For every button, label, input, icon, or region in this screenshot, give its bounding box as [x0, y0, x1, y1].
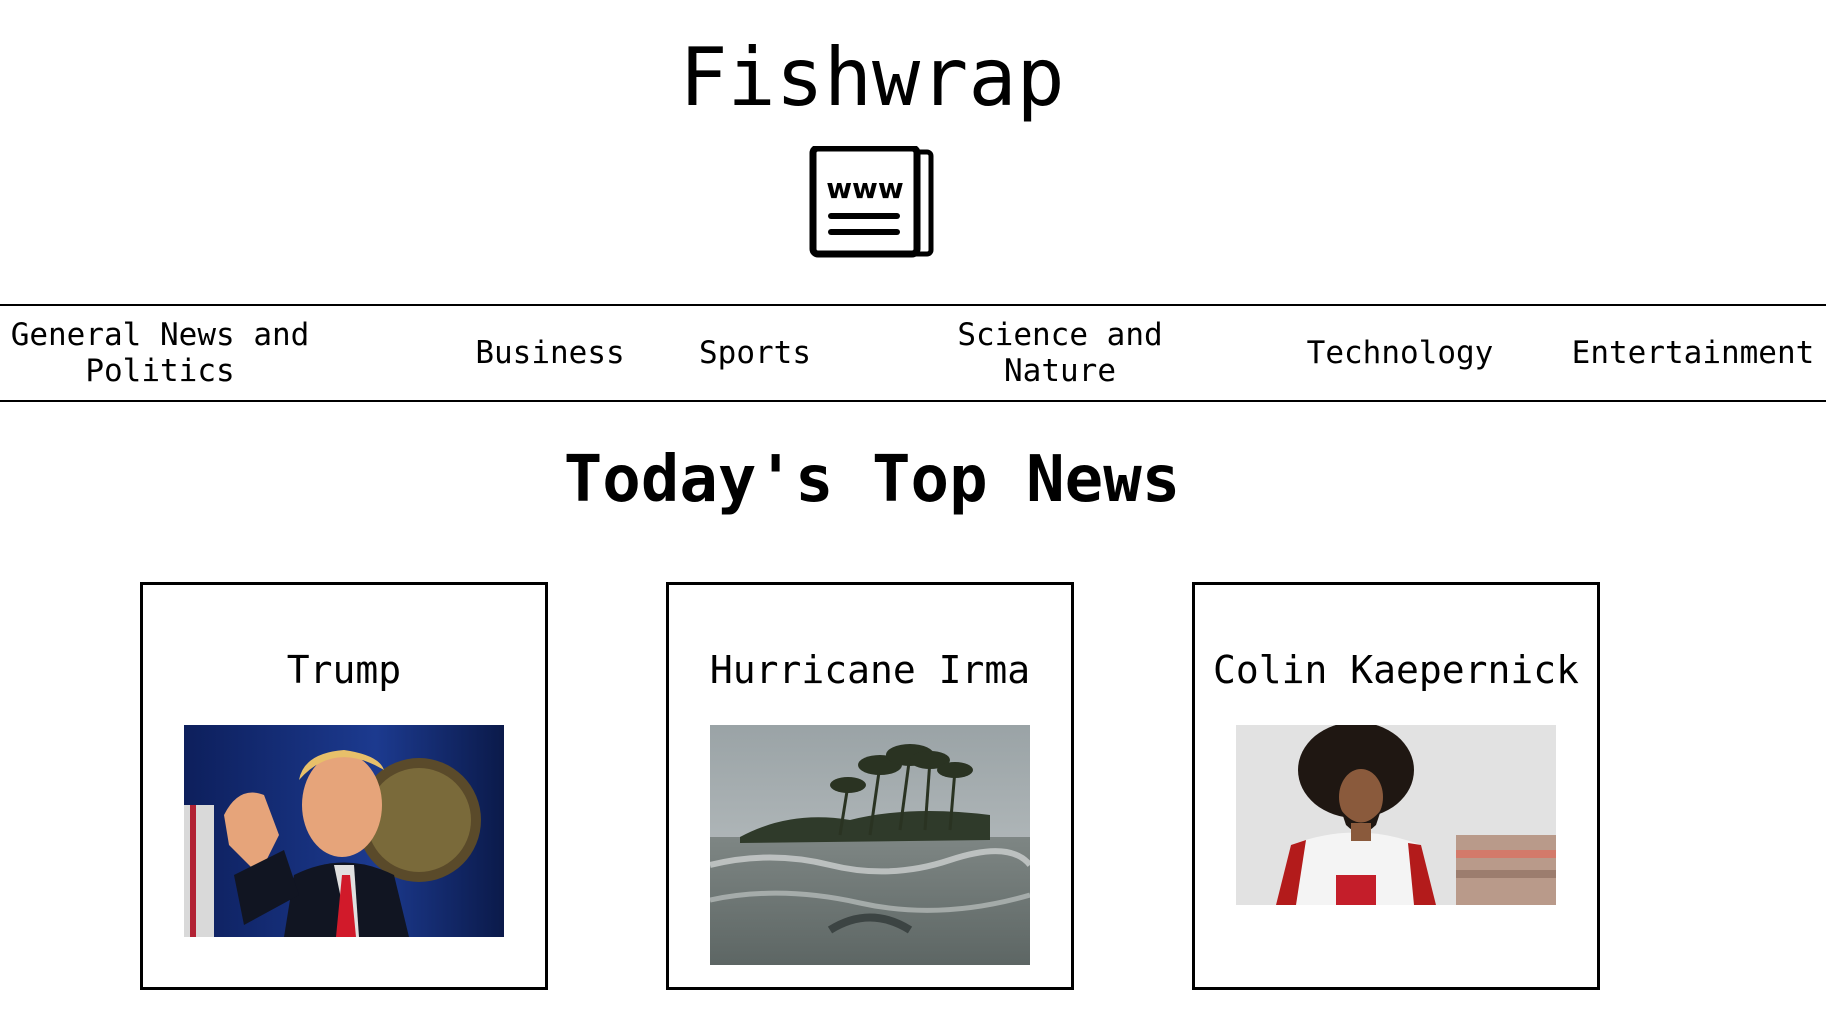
site-header: Fishwrap www: [0, 0, 1826, 300]
section-title: Today's Top News: [563, 443, 1181, 517]
nav-item-label: Sports: [699, 335, 811, 371]
nav-item-label: Business: [475, 335, 625, 371]
colin-kaepernick-photo[interactable]: [1236, 725, 1556, 905]
nav-item-label: Entertainment: [1571, 335, 1815, 371]
nav-item-technology[interactable]: Technology: [1290, 306, 1510, 400]
nav-item-label: Science and Nature: [957, 317, 1163, 389]
card-title: Trump: [286, 648, 402, 692]
nav-item-label: General News and Politics: [10, 317, 310, 389]
news-card-trump[interactable]: Trump: [140, 582, 548, 990]
nav-item-general-news-and-politics[interactable]: General News and Politics: [0, 306, 320, 400]
svg-text:www: www: [826, 172, 904, 205]
news-card-hurricane-irma[interactable]: Hurricane Irma: [666, 582, 1074, 990]
nav-item-business[interactable]: Business: [460, 306, 640, 400]
nav-item-science-and-nature[interactable]: Science and Nature: [940, 306, 1180, 400]
nav-item-sports[interactable]: Sports: [680, 306, 830, 400]
site-title: Fishwrap: [679, 31, 1065, 124]
card-title: Colin Kaepernick: [1212, 648, 1580, 692]
card-title: Hurricane Irma: [709, 648, 1031, 692]
hurricane-irma-photo[interactable]: [710, 725, 1030, 965]
category-nav: General News and Politics Business Sport…: [0, 304, 1826, 402]
nav-item-label: Technology: [1306, 335, 1494, 371]
nav-item-entertainment[interactable]: Entertainment: [1560, 306, 1826, 400]
trump-photo[interactable]: [184, 725, 504, 937]
news-card-colin-kaepernick[interactable]: Colin Kaepernick: [1192, 582, 1600, 990]
newspaper-www-icon: www: [809, 144, 939, 261]
